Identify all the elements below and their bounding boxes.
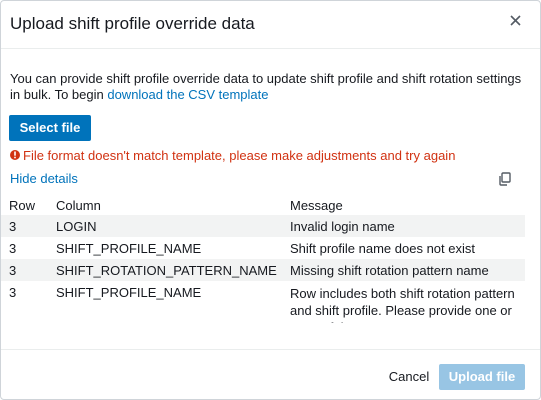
- cancel-button[interactable]: Cancel: [381, 364, 437, 390]
- cell-row: 3: [9, 263, 17, 278]
- copy-button[interactable]: [497, 171, 513, 187]
- close-icon: [510, 15, 521, 26]
- cell-message: Missing shift rotation pattern name: [290, 263, 489, 278]
- header-row: Row: [9, 198, 36, 213]
- cell-message: Shift profile name does not exist: [290, 241, 475, 256]
- close-button[interactable]: [506, 11, 526, 31]
- upload-file-button[interactable]: Upload file: [439, 364, 525, 390]
- select-file-button[interactable]: Select file: [9, 115, 91, 141]
- header-column: Column: [56, 198, 101, 213]
- hide-details-link[interactable]: Hide details: [10, 171, 78, 187]
- cell-row: 3: [9, 241, 17, 256]
- cell-column: SHIFT_ROTATION_PATTERN_NAME: [56, 263, 277, 278]
- error-icon: [10, 150, 20, 160]
- header-message: Message: [290, 198, 343, 213]
- copy-icon: [499, 172, 511, 186]
- cell-row: 3: [9, 219, 17, 234]
- upload-dialog: Upload shift profile override data You c…: [0, 0, 541, 400]
- table-row: 3 SHIFT_PROFILE_NAME Row includes both s…: [1, 281, 525, 323]
- cell-message: Invalid login name: [290, 219, 395, 234]
- cell-row: 3: [9, 285, 17, 300]
- cell-message: Row includes both shift rotation pattern…: [290, 286, 515, 323]
- table-row: 3 SHIFT_ROTATION_PATTERN_NAME Missing sh…: [1, 259, 525, 281]
- table-header: Row Column Message: [1, 195, 525, 215]
- error-text: File format doesn't match template, plea…: [23, 148, 456, 163]
- intro-text: You can provide shift profile override d…: [10, 71, 530, 103]
- footer-divider: [1, 349, 540, 350]
- dialog-title: Upload shift profile override data: [10, 14, 255, 33]
- download-csv-template-link[interactable]: download the CSV template: [107, 87, 268, 102]
- details-table: Row Column Message 3 LOGIN Invalid login…: [1, 195, 525, 323]
- dialog-header: Upload shift profile override data: [1, 1, 540, 49]
- cell-column: SHIFT_PROFILE_NAME: [56, 285, 202, 300]
- table-row: 3 LOGIN Invalid login name: [1, 215, 525, 237]
- cell-column: LOGIN: [56, 219, 97, 234]
- table-row: 3 SHIFT_PROFILE_NAME Shift profile name …: [1, 237, 525, 259]
- cell-column: SHIFT_PROFILE_NAME: [56, 241, 202, 256]
